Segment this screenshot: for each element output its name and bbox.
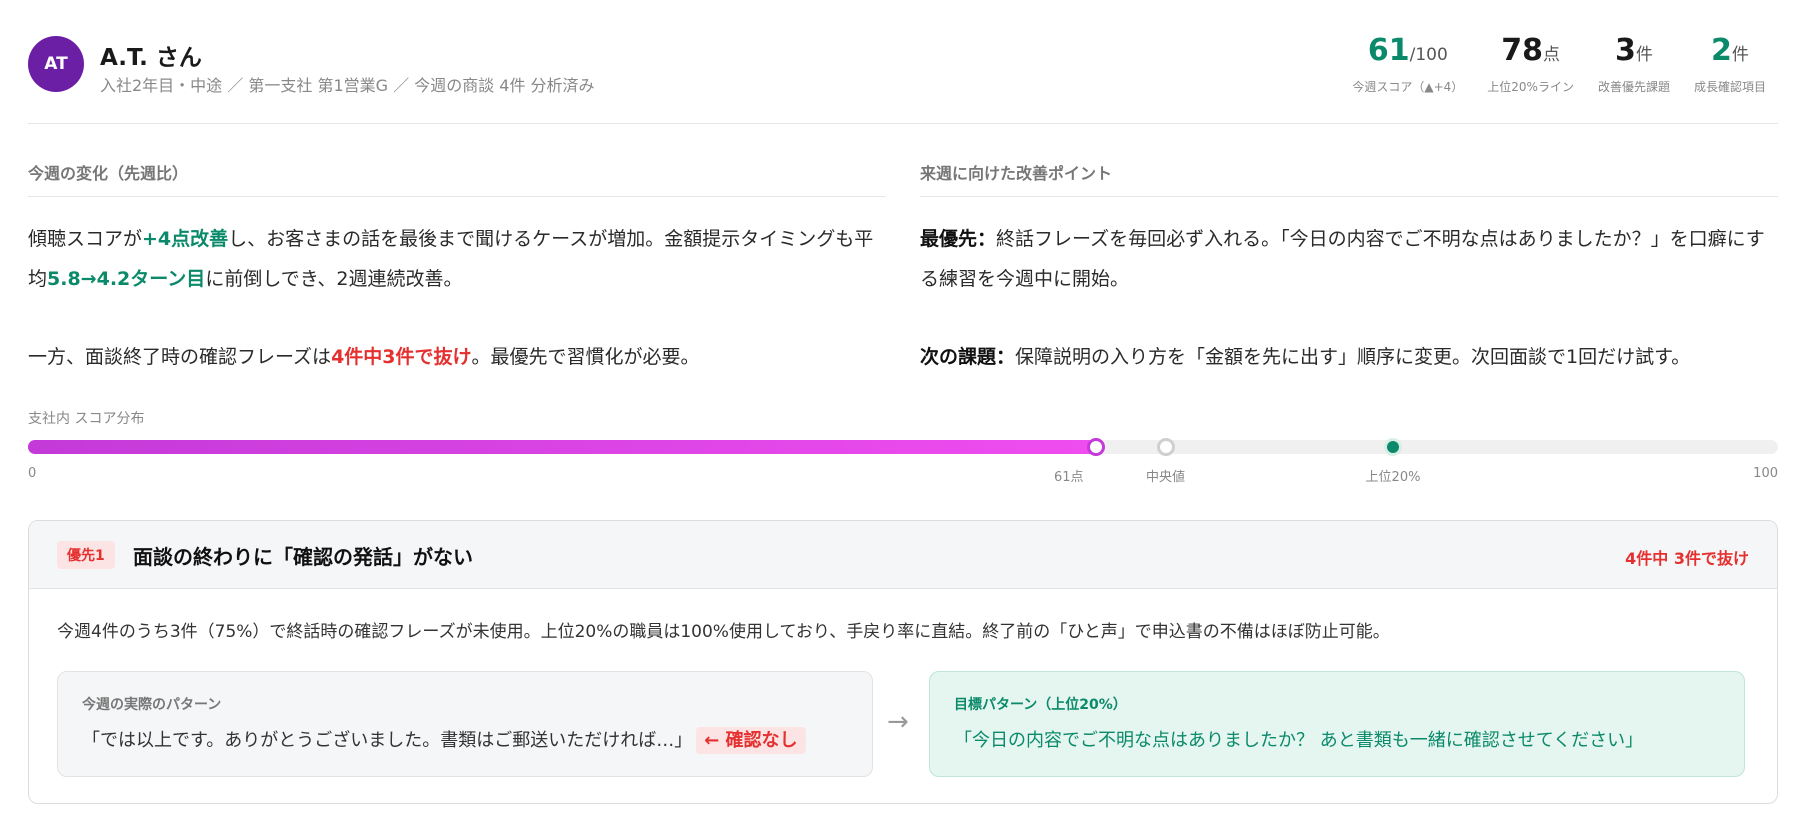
highlight-missing: 4件中3件で抜け: [331, 346, 472, 368]
section-title: 今週の変化（先週比）: [28, 160, 886, 197]
card-header: 優先1 面談の終わりに「確認の発話」がない 4件中 3件で抜け: [29, 521, 1777, 589]
stat-unit: 点: [1543, 45, 1560, 65]
tick-min: 0: [28, 466, 37, 481]
tick-max: 100: [1753, 466, 1778, 481]
user-meta: 入社2年目・中途 ／ 第一支社 第1営業G ／ 今週の商談 4件 分析済み: [100, 76, 595, 95]
stat-value: 78: [1501, 33, 1543, 68]
card-status: 4件中 3件で抜け: [1625, 549, 1749, 568]
stat-weekly-score: 61/100 今週スコア（▲+4）: [1340, 32, 1475, 95]
stat-priority-issues: 3件 改善優先課題: [1586, 32, 1682, 95]
distribution-bar: [28, 440, 1778, 454]
highlight-improvement: +4点改善: [142, 228, 229, 250]
priority-label: 最優先：: [920, 228, 997, 250]
card-title: 面談の終わりに「確認の発話」がない: [133, 545, 473, 569]
median-marker: [1156, 438, 1175, 456]
current-pattern-box: 今週の実際のパターン 「では以上です。ありがとうございました。書類はご郵送いただ…: [57, 671, 873, 777]
tick-top20: 上位20%: [1365, 470, 1421, 485]
stat-value: 61: [1367, 33, 1410, 68]
weekly-change-paragraph-2: 一方、面談終了時の確認フレーズは4件中3件で抜け。最優先で習慣化が必要。: [28, 346, 700, 368]
stat-unit: 件: [1731, 45, 1749, 65]
stat-label: 改善優先課題: [1597, 80, 1670, 94]
target-pattern-text: 「今日の内容でご不明な点はありましたか？ あと書類も一緒に確認させてください」: [954, 730, 1644, 751]
stat-value: 2: [1711, 33, 1732, 68]
section-title: 来週に向けた改善ポイント: [920, 160, 1778, 197]
user-name: A.T. さん: [100, 45, 202, 71]
highlight-timing: 5.8→4.2ターン目: [47, 268, 206, 290]
distribution-title: 支社内 スコア分布: [28, 411, 145, 427]
stat-top20-line: 78点 上位20%ライン: [1475, 32, 1586, 95]
tick-score: 61点: [1053, 470, 1084, 485]
next-week-paragraph-2: 次の課題：保障説明の入り方を「金額を先に出す」順序に変更。次回面談で1回だけ試す…: [920, 346, 1691, 368]
missing-tag: ← 確認なし: [696, 727, 806, 754]
current-pattern-text: 「では以上です。ありがとうございました。書類はご郵送いただければ…」: [82, 730, 693, 751]
weekly-change-section: 今週の変化（先週比） 傾聴スコアが+4点改善し、お客さまの話を最後まで聞けるケー…: [28, 160, 886, 377]
stats-summary: 61/100 今週スコア（▲+4） 78点 上位20%ライン 3件 改善優先課題…: [1340, 32, 1778, 95]
target-pattern-label: 目標パターン（上位20%）: [954, 697, 1127, 713]
top20-marker: [1384, 438, 1402, 456]
next-week-section: 来週に向けた改善ポイント 最優先：終話フレーズを毎回必ず入れる。「今日の内容でご…: [920, 160, 1778, 377]
stat-unit: 件: [1635, 45, 1653, 65]
weekly-change-paragraph-1: 傾聴スコアが+4点改善し、お客さまの話を最後まで聞けるケースが増加。金額提示タイ…: [28, 228, 874, 290]
score-marker: [1086, 438, 1105, 456]
priority-issue-card: 優先1 面談の終わりに「確認の発話」がない 4件中 3件で抜け 今週4件のうち3…: [28, 520, 1778, 804]
priority-badge: 優先1: [57, 541, 115, 569]
profile-header: AT A.T. さん 入社2年目・中途 ／ 第一支社 第1営業G ／ 今週の商談…: [28, 24, 1778, 124]
stat-label: 上位20%ライン: [1487, 80, 1574, 94]
distribution-bar-fill: [28, 440, 1096, 454]
stat-value: 3: [1615, 33, 1636, 68]
avatar: AT: [28, 36, 84, 92]
stat-growth-items: 2件 成長確認項目: [1682, 32, 1778, 95]
stat-label: 成長確認項目: [1693, 80, 1766, 94]
target-pattern-box: 目標パターン（上位20%） 「今日の内容でご不明な点はありましたか？ あと書類も…: [929, 671, 1745, 777]
stat-unit: /100: [1409, 45, 1448, 65]
card-description: 今週4件のうち3件（75%）で終話時の確認フレーズが未使用。上位20%の職員は1…: [57, 622, 1390, 642]
next-week-paragraph-1: 最優先：終話フレーズを毎回必ず入れる。「今日の内容でご不明な点はありましたか？」…: [920, 228, 1765, 290]
tick-median: 中央値: [1145, 470, 1186, 485]
arrow-right-icon: →: [887, 707, 909, 737]
stat-label: 今週スコア（▲+4）: [1352, 80, 1464, 94]
current-pattern-label: 今週の実際のパターン: [82, 697, 222, 713]
next-task-label: 次の課題：: [920, 346, 1016, 368]
